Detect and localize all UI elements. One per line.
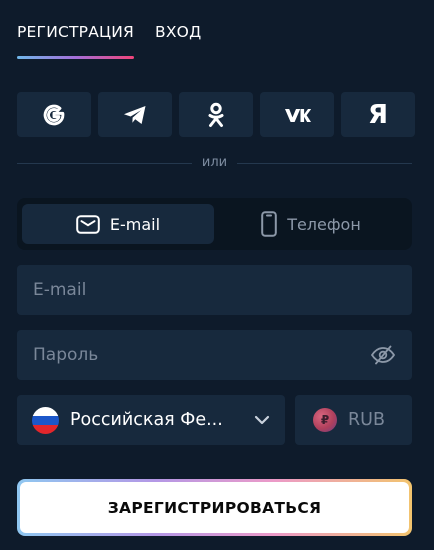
- country-select[interactable]: Российская Фе...: [17, 395, 285, 445]
- country-name: Российская Фе...: [70, 410, 223, 430]
- ruble-icon: ₽: [313, 408, 337, 432]
- divider-line-left: [17, 162, 192, 164]
- register-button[interactable]: ЗАРЕГИСТРИРОВАТЬСЯ: [17, 479, 412, 536]
- switch-email-option[interactable]: E-mail: [22, 204, 214, 244]
- google-icon: [43, 104, 65, 126]
- google-login-button[interactable]: [17, 92, 91, 137]
- currency-code: RUB: [348, 410, 385, 430]
- yandex-icon: Я: [367, 99, 389, 130]
- odnoklassniki-icon: [207, 102, 225, 128]
- auth-tabs: РЕГИСТРАЦИЯ ВХОД: [17, 20, 222, 60]
- password-field-container: [17, 330, 412, 380]
- signup-method-switcher: E-mail Телефон: [17, 198, 412, 250]
- telegram-login-button[interactable]: [98, 92, 172, 137]
- tab-login[interactable]: ВХОД: [155, 20, 201, 60]
- vk-icon: [283, 107, 311, 123]
- chevron-down-icon: [254, 415, 270, 425]
- or-divider: или: [17, 154, 412, 172]
- password-input[interactable]: [33, 345, 370, 365]
- email-field-container: [17, 265, 412, 315]
- envelope-icon: [76, 214, 100, 234]
- register-button-label: ЗАРЕГИСТРИРОВАТЬСЯ: [20, 482, 409, 533]
- telegram-icon: [123, 105, 147, 125]
- phone-icon: [261, 211, 277, 237]
- switch-phone-option[interactable]: Телефон: [215, 204, 407, 244]
- divider-line-right: [237, 162, 412, 164]
- currency-field: ₽ RUB: [295, 395, 412, 445]
- email-input[interactable]: [33, 280, 396, 300]
- eye-off-icon[interactable]: [370, 342, 396, 368]
- odnoklassniki-login-button[interactable]: [179, 92, 253, 137]
- russia-flag-icon: [32, 406, 59, 434]
- yandex-login-button[interactable]: Я: [341, 92, 415, 137]
- vk-login-button[interactable]: [260, 92, 334, 137]
- social-login-row: Я: [17, 92, 415, 137]
- switch-phone-label: Телефон: [287, 214, 361, 234]
- divider-label: или: [201, 155, 228, 170]
- switch-email-label: E-mail: [109, 214, 161, 234]
- tab-registration[interactable]: РЕГИСТРАЦИЯ: [17, 20, 135, 60]
